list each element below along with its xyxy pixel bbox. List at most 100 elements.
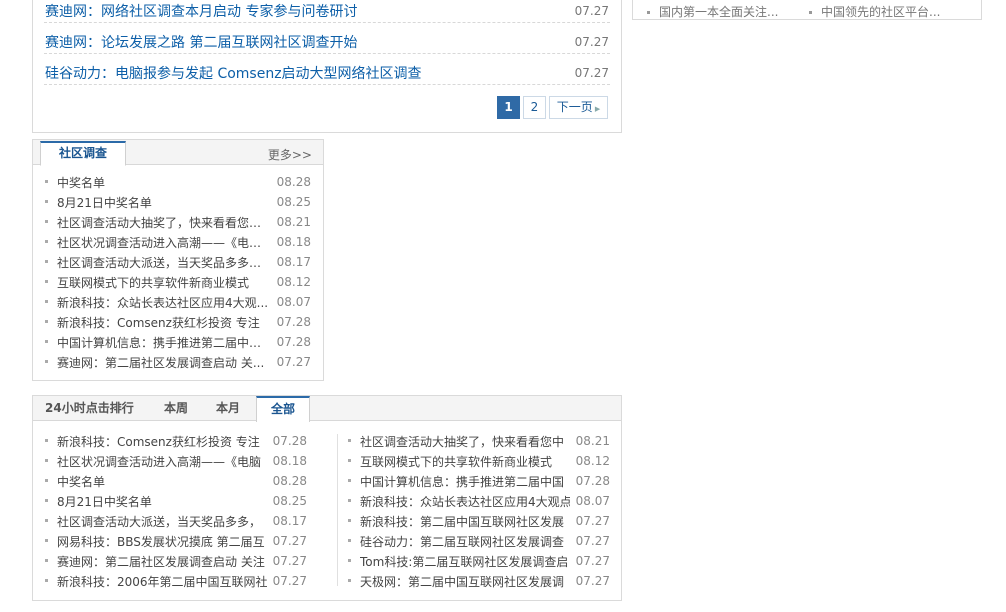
list-item[interactable]: 网易科技：BBS发展状况摸底 第二届互 07.27: [45, 532, 307, 552]
news-item[interactable]: 赛迪网：网络社区调查本月启动 专家参与问卷研讨 07.27: [44, 0, 610, 23]
bullet-icon: [348, 519, 351, 522]
item-date: 07.28: [276, 335, 311, 349]
tab-survey[interactable]: 社区调查: [40, 141, 126, 166]
bullet-icon: [348, 439, 351, 442]
item-date: 07.27: [575, 534, 610, 548]
bullet-icon: [348, 459, 351, 462]
item-title[interactable]: 新浪科技：Comsenz获红杉投资 专注: [57, 314, 271, 331]
list-item[interactable]: 中国计算机信息：携手推进第二届中国 07.28: [348, 472, 610, 492]
item-title[interactable]: 互联网模式下的共享软件新商业模式: [57, 274, 271, 291]
news-title[interactable]: 赛迪网：论坛发展之路 第二届互联网社区调查开始: [45, 32, 357, 52]
bullet-icon: [45, 360, 48, 363]
item-title[interactable]: 中国计算机信息：携手推进第二届中国...: [57, 334, 271, 351]
tab-all[interactable]: 全部: [256, 396, 310, 422]
item-title[interactable]: 新浪科技：第二届中国互联网社区发展: [360, 513, 570, 530]
list-item[interactable]: 中奖名单 08.28: [45, 173, 311, 193]
list-item[interactable]: 新浪科技：第二届中国互联网社区发展 07.27: [348, 512, 610, 532]
item-title[interactable]: 新浪科技：众站长表达社区应用4大观点: [360, 493, 570, 510]
bullet-icon: [45, 479, 48, 482]
list-item[interactable]: 新浪科技：众站长表达社区应用4大观... 08.07: [45, 293, 311, 313]
list-item[interactable]: 社区调查活动大抽奖了，快来看看您中... 08.21: [45, 213, 311, 233]
item-title[interactable]: 中奖名单: [57, 174, 271, 191]
side-link-label: 中国领先的社区平台...: [821, 5, 941, 19]
side-panel: 国内第一本全面关注... 中国领先的社区平台...: [632, 0, 982, 20]
page-2-button[interactable]: 2: [523, 96, 546, 119]
list-item[interactable]: 赛迪网：第二届社区发展调查启动 关... 07.27: [45, 353, 311, 373]
page-1-button[interactable]: 1: [497, 96, 520, 119]
item-title[interactable]: 社区调查活动大派送，当天奖品多多，: [57, 513, 267, 530]
list-item[interactable]: 互联网模式下的共享软件新商业模式 08.12: [45, 273, 311, 293]
bullet-icon: [45, 519, 48, 522]
next-page-button[interactable]: 下一页 ▶: [549, 96, 608, 119]
news-date: 07.27: [574, 4, 609, 18]
item-title[interactable]: 社区调查活动大抽奖了，快来看看您中: [360, 433, 570, 450]
list-item[interactable]: 社区状况调查活动进入高潮——《电脑 08.18: [45, 452, 307, 472]
side-link[interactable]: 国内第一本全面关注...: [647, 3, 778, 20]
item-title[interactable]: 社区调查活动大抽奖了，快来看看您中...: [57, 214, 271, 231]
tab-month[interactable]: 本月: [216, 396, 240, 421]
news-panel: 赛迪网：网络社区调查本月启动 专家参与问卷研讨 07.27 赛迪网：论坛发展之路…: [32, 0, 622, 133]
list-item[interactable]: 社区状况调查活动进入高潮——《电脑... 08.18: [45, 233, 311, 253]
item-date: 08.28: [276, 175, 311, 189]
item-date: 07.27: [272, 574, 307, 588]
list-item[interactable]: 互联网模式下的共享软件新商业模式 08.12: [348, 452, 610, 472]
list-item[interactable]: 中奖名单 08.28: [45, 472, 307, 492]
ranking-list-right: 社区调查活动大抽奖了，快来看看您中 08.21 互联网模式下的共享软件新商业模式 0…: [348, 432, 610, 592]
tab-week[interactable]: 本周: [164, 396, 188, 421]
bullet-icon: [45, 200, 48, 203]
bullet-icon: [647, 11, 650, 14]
item-title[interactable]: 新浪科技：Comsenz获红杉投资 专注: [57, 433, 267, 450]
list-item[interactable]: 8月21日中奖名单 08.25: [45, 492, 307, 512]
survey-box: 社区调查 更多>> 中奖名单 08.28 8月21日中奖名单 08.25 社区调查活…: [32, 139, 324, 381]
side-link[interactable]: 中国领先的社区平台...: [809, 3, 940, 20]
list-item[interactable]: 新浪科技：Comsenz获红杉投资 专注 07.28: [45, 432, 307, 452]
item-title[interactable]: 中国计算机信息：携手推进第二届中国: [360, 473, 570, 490]
item-title[interactable]: 赛迪网：第二届社区发展调查启动 关...: [57, 354, 271, 371]
list-item[interactable]: 赛迪网：第二届社区发展调查启动 关注 07.27: [45, 552, 307, 572]
item-date: 07.27: [575, 554, 610, 568]
news-date: 07.27: [574, 35, 609, 49]
item-title[interactable]: 社区状况调查活动进入高潮——《电脑...: [57, 234, 271, 251]
more-link[interactable]: 更多>>: [268, 146, 312, 163]
item-title[interactable]: Tom科技:第二届互联网社区发展调查启: [360, 553, 570, 570]
list-item[interactable]: 新浪科技：2006年第二届中国互联网社 07.27: [45, 572, 307, 592]
ranking-tabs: 24小时点击排行 本周 本月 全部: [33, 396, 621, 422]
bullet-icon: [45, 300, 48, 303]
news-item[interactable]: 赛迪网：论坛发展之路 第二届互联网社区调查开始 07.27: [44, 23, 610, 54]
item-date: 08.21: [575, 434, 610, 448]
list-item[interactable]: 新浪科技：众站长表达社区应用4大观点 08.07: [348, 492, 610, 512]
item-date: 07.28: [276, 315, 311, 329]
item-title[interactable]: 赛迪网：第二届社区发展调查启动 关注: [57, 553, 267, 570]
tab-24h[interactable]: 24小时点击排行: [45, 396, 134, 421]
news-title[interactable]: 硅谷动力：电脑报参与发起 Comsenz启动大型网络社区调查: [45, 63, 422, 83]
list-item[interactable]: 8月21日中奖名单 08.25: [45, 193, 311, 213]
item-date: 08.17: [276, 255, 311, 269]
item-title[interactable]: 8月21日中奖名单: [57, 493, 267, 510]
news-item[interactable]: 硅谷动力：电脑报参与发起 Comsenz启动大型网络社区调查 07.27: [44, 54, 610, 85]
list-item[interactable]: 社区调查活动大派送，当天奖品多多， 08.17: [45, 512, 307, 532]
list-item[interactable]: 新浪科技：Comsenz获红杉投资 专注 07.28: [45, 313, 311, 333]
item-title[interactable]: 社区状况调查活动进入高潮——《电脑: [57, 453, 267, 470]
item-title[interactable]: 新浪科技：2006年第二届中国互联网社: [57, 573, 267, 590]
item-date: 07.27: [575, 514, 610, 528]
list-item[interactable]: Tom科技:第二届互联网社区发展调查启 07.27: [348, 552, 610, 572]
item-title[interactable]: 社区调查活动大派送，当天奖品多多，...: [57, 254, 271, 271]
list-item[interactable]: 社区调查活动大抽奖了，快来看看您中 08.21: [348, 432, 610, 452]
item-date: 07.27: [272, 554, 307, 568]
bullet-icon: [45, 559, 48, 562]
item-title[interactable]: 天极网：第二届中国互联网社区发展调: [360, 573, 570, 590]
survey-list: 中奖名单 08.28 8月21日中奖名单 08.25 社区调查活动大抽奖了，快来看看…: [45, 173, 311, 373]
list-item[interactable]: 社区调查活动大派送，当天奖品多多，... 08.17: [45, 253, 311, 273]
item-date: 08.18: [272, 454, 307, 468]
list-item[interactable]: 天极网：第二届中国互联网社区发展调 07.27: [348, 572, 610, 592]
list-item[interactable]: 中国计算机信息：携手推进第二届中国... 07.28: [45, 333, 311, 353]
item-title[interactable]: 新浪科技：众站长表达社区应用4大观...: [57, 294, 271, 311]
item-title[interactable]: 8月21日中奖名单: [57, 194, 271, 211]
list-item[interactable]: 硅谷动力：第二届互联网社区发展调查 07.27: [348, 532, 610, 552]
item-date: 08.28: [272, 474, 307, 488]
news-title[interactable]: 赛迪网：网络社区调查本月启动 专家参与问卷研讨: [45, 1, 357, 21]
item-title[interactable]: 网易科技：BBS发展状况摸底 第二届互: [57, 533, 267, 550]
item-title[interactable]: 中奖名单: [57, 473, 267, 490]
item-title[interactable]: 硅谷动力：第二届互联网社区发展调查: [360, 533, 570, 550]
item-title[interactable]: 互联网模式下的共享软件新商业模式: [360, 453, 570, 470]
